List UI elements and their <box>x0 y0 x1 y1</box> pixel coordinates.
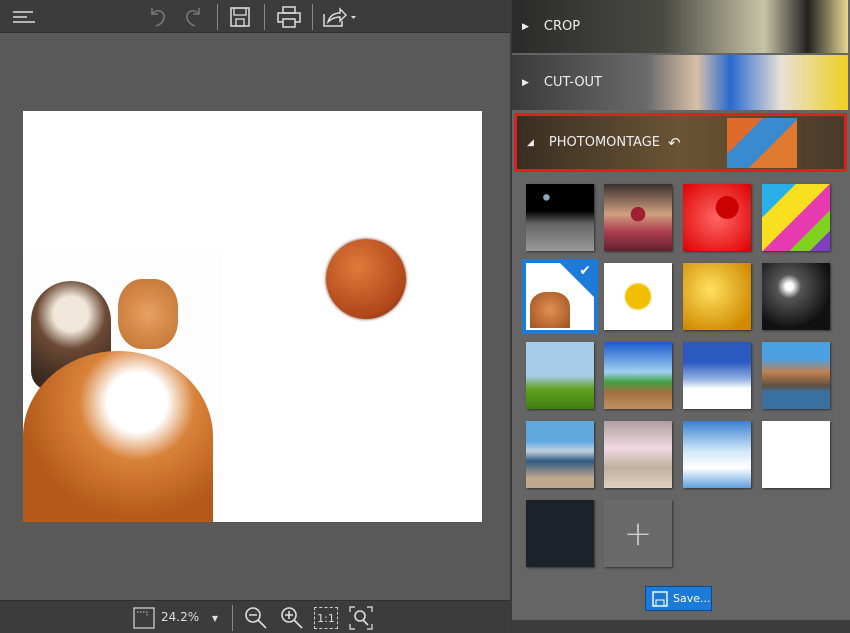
actual-size-button[interactable]: 1:1 <box>314 607 338 629</box>
print-icon[interactable] <box>276 5 302 29</box>
zoom-in-icon[interactable] <box>280 606 304 630</box>
section-label: PHOTOMONTAGE <box>548 135 660 150</box>
background-thumb-snowman[interactable] <box>683 342 751 409</box>
background-thumb-white-background[interactable] <box>762 421 830 488</box>
background-thumb-current-montage[interactable]: ✔ <box>522 259 598 334</box>
background-thumb-dark-texture[interactable] <box>526 500 594 567</box>
section-label: CUT-OUT <box>543 75 603 90</box>
section-photomontage[interactable]: ◢ PHOTOMONTAGE ↶ <box>514 113 847 172</box>
tangram-image <box>727 118 797 168</box>
photomontage-canvas[interactable] <box>23 111 482 522</box>
panel-footer <box>512 620 850 633</box>
menu-icon[interactable] <box>12 8 36 26</box>
background-thumb-venice-gondolas[interactable] <box>526 421 594 488</box>
collapse-arrow-icon: ◢ <box>527 137 534 148</box>
section-cutout[interactable]: ▶ CUT-OUT <box>512 55 848 110</box>
background-thumb-yellow-monster[interactable] <box>604 263 672 330</box>
background-thumb-comic-bubbles[interactable] <box>762 184 830 251</box>
redo-icon[interactable] <box>182 4 206 30</box>
zoom-bar: 24.2% ▼ 1:1 <box>0 600 510 633</box>
zoom-dropdown-icon[interactable]: ▼ <box>210 613 220 623</box>
fit-page-icon[interactable] <box>133 607 155 629</box>
background-thumb-city-skyline[interactable] <box>762 342 830 409</box>
save-icon[interactable] <box>228 5 252 29</box>
share-icon[interactable] <box>322 5 358 29</box>
zoom-out-icon[interactable] <box>244 606 268 630</box>
background-thumb-moon-landscape[interactable] <box>526 184 594 251</box>
section-label: CROP <box>543 19 581 34</box>
basketball-image <box>326 239 406 319</box>
background-thumb-cow[interactable] <box>526 342 594 409</box>
reset-icon[interactable]: ↶ <box>668 134 681 152</box>
background-thumb-paparazzi[interactable] <box>762 263 830 330</box>
background-thumb-golden-bokeh[interactable] <box>683 263 751 330</box>
add-background-button[interactable]: + <box>604 500 672 567</box>
background-thumb-cherry-blossom-path[interactable] <box>604 421 672 488</box>
section-crop[interactable]: ▶ CROP <box>512 0 848 53</box>
save-montage-button[interactable]: Save... <box>645 586 712 611</box>
zoom-value[interactable]: 24.2% <box>161 610 199 624</box>
top-toolbar <box>0 0 510 33</box>
pets-image <box>23 251 223 522</box>
canvas-area <box>0 34 510 600</box>
background-thumb-eiffel-tower[interactable] <box>604 342 672 409</box>
background-thumb-heart-tree[interactable] <box>604 184 672 251</box>
expand-arrow-icon: ▶ <box>522 21 529 32</box>
zoom-fit-icon[interactable] <box>349 606 373 630</box>
save-icon <box>652 590 668 607</box>
background-thumb-i-love-red[interactable] <box>683 184 751 251</box>
expand-arrow-icon: ▶ <box>522 77 529 88</box>
undo-icon[interactable] <box>145 4 169 30</box>
background-thumb-snowy-trees[interactable] <box>683 421 751 488</box>
save-label: Save... <box>673 592 711 605</box>
